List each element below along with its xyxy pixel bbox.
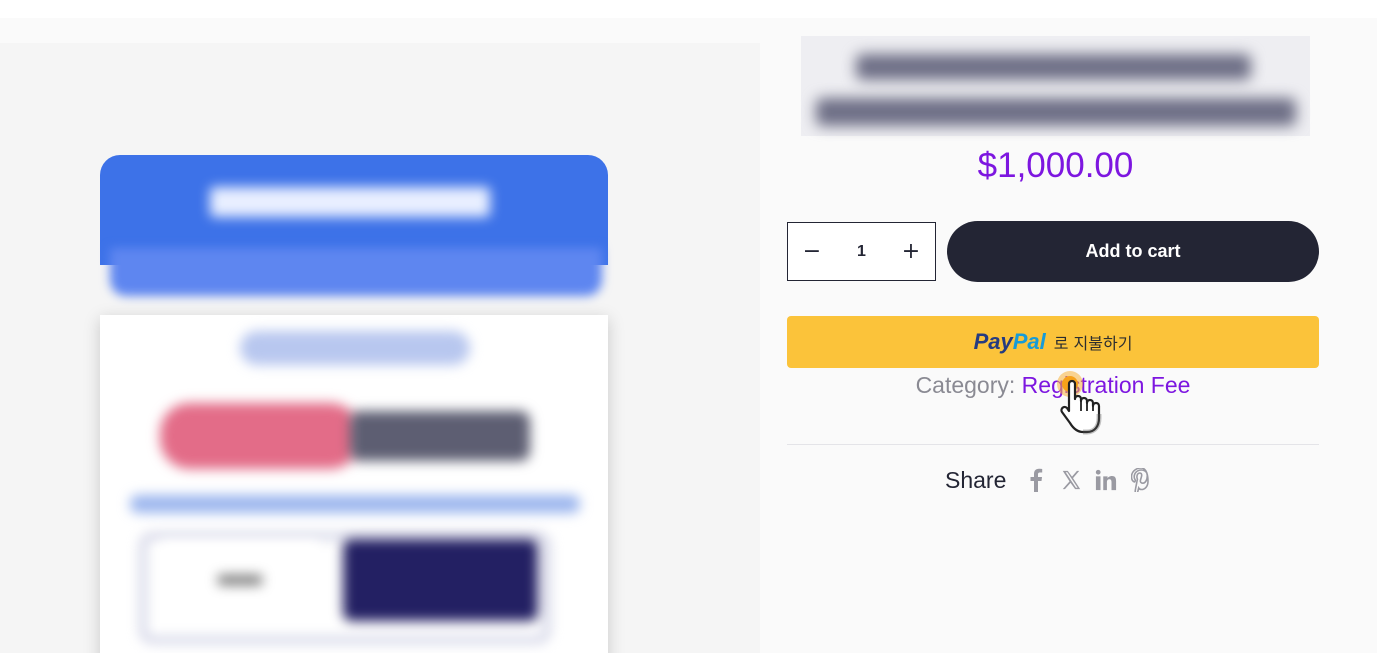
increment-button[interactable]: + (887, 223, 935, 280)
x-icon[interactable] (1059, 468, 1083, 492)
image-card-strip (110, 248, 602, 296)
product-title (801, 36, 1310, 136)
paypal-button[interactable]: PayPal 로 지불하기 (787, 316, 1319, 368)
linkedin-icon[interactable] (1094, 468, 1118, 492)
paypal-logo: PayPal (973, 329, 1046, 354)
paypal-label: 로 지불하기 (1053, 334, 1133, 353)
decrement-button[interactable]: − (788, 223, 836, 280)
share-label: Share (945, 466, 1007, 493)
hand-cursor-icon (1057, 371, 1102, 435)
facebook-icon[interactable] (1024, 468, 1048, 492)
pinterest-icon[interactable] (1129, 468, 1153, 492)
image-card-body (100, 315, 608, 653)
quantity-input[interactable]: 1 (857, 243, 866, 261)
product-price: $1,000.00 (977, 146, 1134, 185)
top-bar (0, 0, 1377, 18)
share-bar: Share (945, 462, 1164, 498)
divider (787, 444, 1319, 445)
top-bar-spacer (0, 18, 760, 43)
product-image[interactable] (0, 43, 760, 653)
quantity-stepper[interactable]: − 1 + (787, 222, 936, 281)
add-to-cart-button[interactable]: Add to cart (947, 221, 1319, 282)
category-label: Category: (915, 372, 1022, 398)
